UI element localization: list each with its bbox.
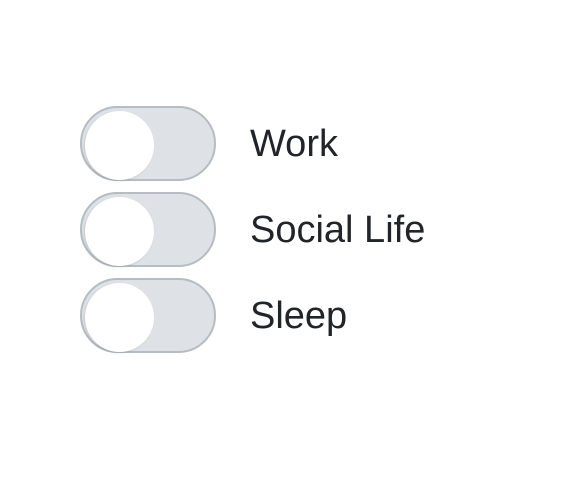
social-life-toggle-switch[interactable] <box>80 192 216 267</box>
toggle-knob <box>85 197 154 266</box>
toggle-knob <box>85 111 154 180</box>
work-toggle-switch[interactable] <box>80 106 216 181</box>
toggle-row-sleep: Sleep <box>80 278 425 353</box>
toggle-list: Work Social Life Sleep <box>80 106 425 353</box>
toggle-row-work: Work <box>80 106 425 181</box>
sleep-toggle-label[interactable]: Sleep <box>250 297 347 335</box>
toggle-row-social-life: Social Life <box>80 192 425 267</box>
work-toggle-label[interactable]: Work <box>250 125 338 163</box>
toggle-knob <box>85 283 154 352</box>
sleep-toggle-switch[interactable] <box>80 278 216 353</box>
social-life-toggle-label[interactable]: Social Life <box>250 211 425 249</box>
